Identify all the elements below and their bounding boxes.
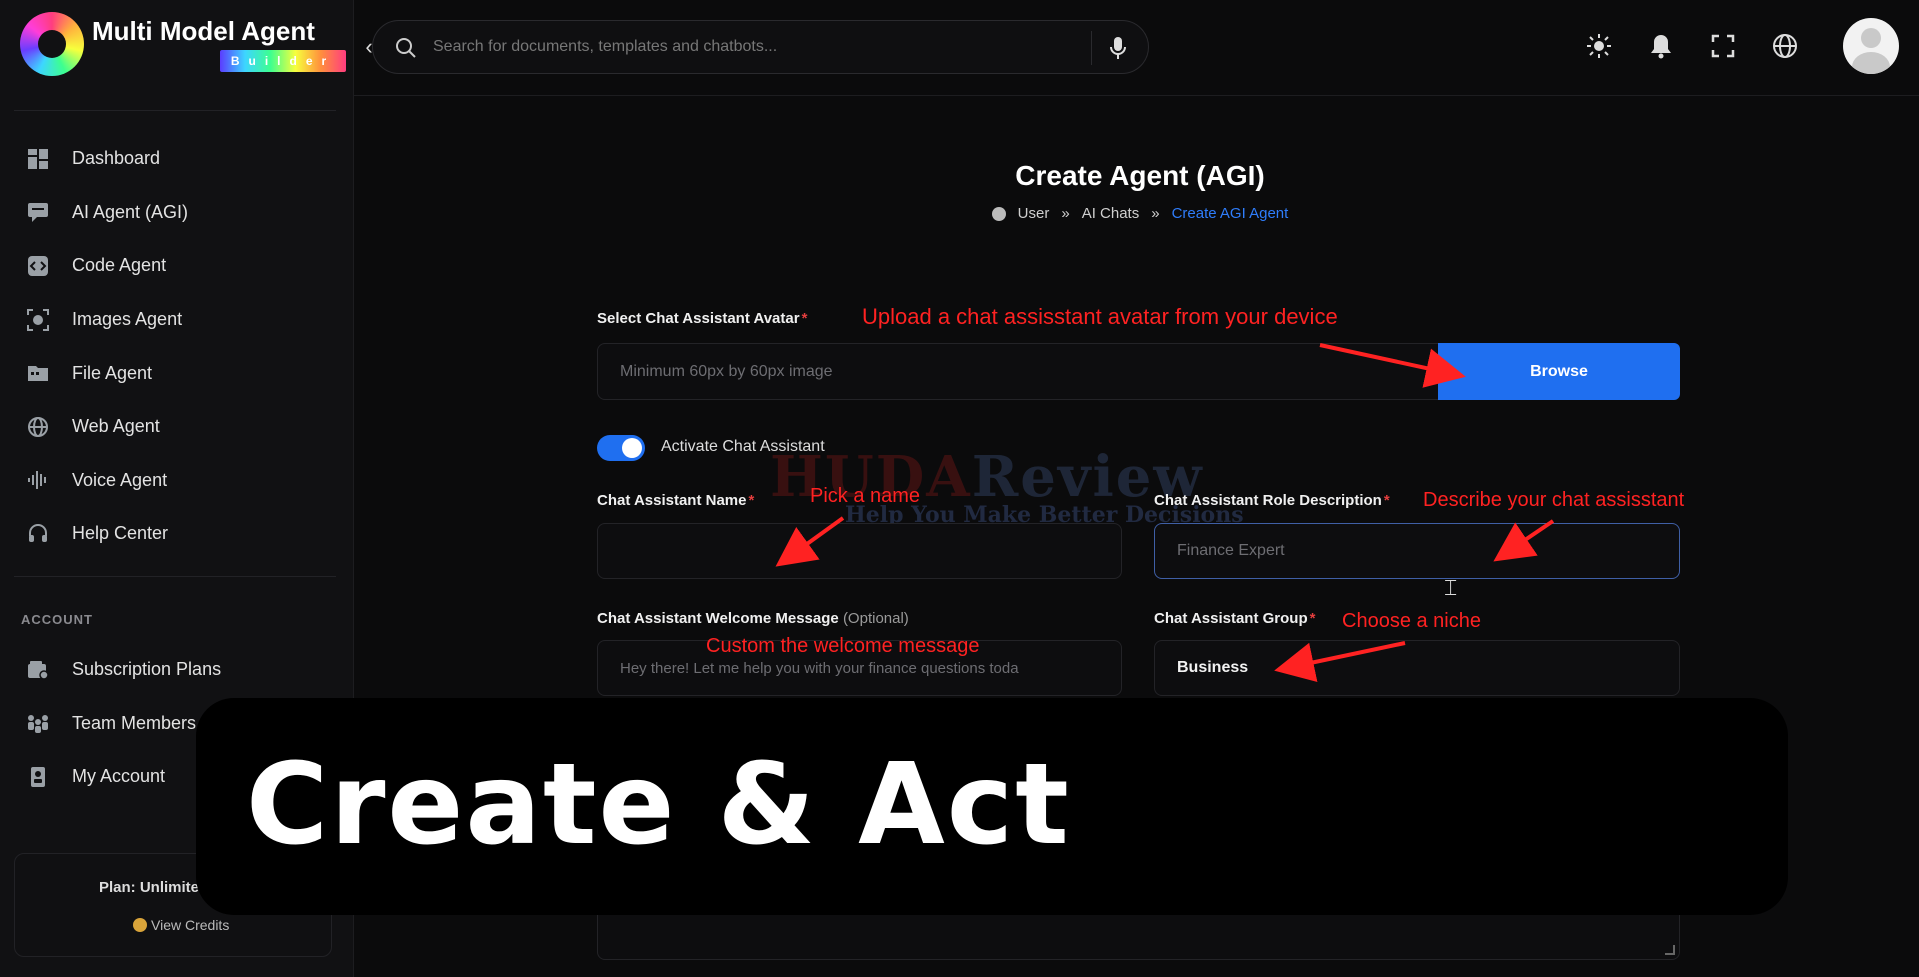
overlay-title: Create & Act [246, 740, 1071, 870]
group-field-label: Chat Assistant Group * [1154, 610, 1315, 627]
required-mark: * [1309, 610, 1316, 627]
annotation-welcome: Custom the welcome message [706, 635, 980, 657]
folder-icon [26, 361, 50, 385]
role-field-label: Chat Assistant Role Description * [1154, 492, 1390, 509]
sidebar-item-dashboard[interactable]: Dashboard [0, 132, 354, 186]
search-bar[interactable]: Search for documents, templates and chat… [372, 20, 1149, 74]
role-label-text: Chat Assistant Role Description [1154, 492, 1382, 509]
sidebar-item-label: Help Center [72, 523, 169, 544]
topbar: ‹ Search for documents, templates and ch… [354, 0, 1919, 96]
required-mark: * [801, 310, 808, 327]
app-logo [20, 12, 84, 76]
assistant-group-select[interactable]: Business [1154, 640, 1680, 696]
microphone-icon[interactable] [1110, 36, 1126, 60]
sidebar-item-voice-agent[interactable]: Voice Agent [0, 454, 354, 508]
resize-handle-icon[interactable] [1665, 945, 1675, 955]
sidebar-item-label: Dashboard [72, 148, 161, 169]
sidebar-item-ai-agent[interactable]: AI Agent (AGI) [0, 186, 354, 240]
code-icon [26, 254, 50, 278]
language-globe-icon[interactable] [1771, 32, 1799, 60]
breadcrumb-item-current: Create AGI Agent [1171, 205, 1289, 222]
sidebar-item-web-agent[interactable]: Web Agent [0, 400, 354, 454]
sidebar-item-label: AI Agent (AGI) [72, 201, 189, 222]
chat-icon [26, 200, 50, 224]
welcome-label-text: Chat Assistant Welcome Message [597, 610, 839, 627]
bell-icon[interactable] [1647, 32, 1675, 60]
coin-icon [133, 918, 147, 932]
avatar-label-text: Select Chat Assistant Avatar [597, 310, 800, 327]
sidebar-item-images-agent[interactable]: Images Agent [0, 293, 354, 347]
breadcrumb-item-ai-chats[interactable]: AI Chats [1082, 205, 1140, 222]
welcome-field-label: Chat Assistant Welcome Message (Optional… [597, 610, 909, 627]
annotation-name: Pick a name [810, 485, 921, 507]
image-scan-icon [26, 308, 50, 332]
avatar-file-input[interactable]: Minimum 60px by 60px image [597, 343, 1442, 400]
sidebar-item-subscription-plans[interactable]: Subscription Plans [0, 643, 354, 697]
home-icon [991, 206, 1006, 221]
id-card-icon [26, 765, 50, 789]
fullscreen-icon[interactable] [1709, 32, 1737, 60]
sidebar-item-help-center[interactable]: Help Center [0, 507, 354, 561]
browse-button[interactable]: Browse [1438, 343, 1680, 400]
headset-icon [26, 522, 50, 546]
view-credits-label: View Credits [151, 917, 230, 933]
sidebar-item-label: Subscription Plans [72, 659, 222, 680]
required-mark: * [1383, 492, 1390, 509]
team-icon [26, 711, 50, 735]
breadcrumb-separator: » [1061, 205, 1070, 222]
sidebar-nav: Dashboard AI Agent (AGI) Code Agent Imag… [0, 132, 354, 561]
topbar-actions [1585, 18, 1899, 74]
role-description-input[interactable]: Finance Expert [1154, 523, 1680, 579]
activate-toggle[interactable] [597, 435, 645, 461]
wallet-icon [26, 658, 50, 682]
name-label-text: Chat Assistant Name [597, 492, 747, 509]
overlay-banner: Create & Act [196, 698, 1788, 915]
waveform-icon [26, 468, 50, 492]
user-avatar[interactable] [1843, 18, 1899, 74]
annotation-avatar: Upload a chat assisstant avatar from you… [862, 304, 1338, 329]
app-name: Multi Model Agent [92, 16, 315, 46]
dashboard-icon [26, 147, 50, 171]
annotation-role: Describe your chat assisstant [1423, 489, 1685, 511]
sidebar-item-label: Voice Agent [72, 469, 168, 490]
plan-text: Plan: Unlimite [99, 879, 200, 896]
annotation-group: Choose a niche [1342, 610, 1481, 632]
search-icon [396, 38, 416, 58]
search-divider [1091, 31, 1092, 65]
sidebar-item-label: Web Agent [72, 416, 160, 437]
search-input[interactable]: Search for documents, templates and chat… [433, 38, 777, 56]
account-section-title: ACCOUNT [21, 612, 93, 627]
group-label-text: Chat Assistant Group [1154, 610, 1308, 627]
sidebar-item-code-agent[interactable]: Code Agent [0, 239, 354, 293]
breadcrumb-separator: » [1151, 205, 1160, 222]
sidebar-item-label: Code Agent [72, 255, 167, 276]
required-mark: * [748, 492, 755, 509]
sidebar-item-label: File Agent [72, 362, 153, 383]
page-title: Create Agent (AGI) [1015, 160, 1265, 191]
sidebar-item-label: My Account [72, 766, 166, 787]
sidebar-divider [14, 576, 336, 577]
name-field-label: Chat Assistant Name * [597, 492, 754, 509]
breadcrumb-item-user[interactable]: User [1018, 205, 1050, 222]
sun-icon[interactable] [1585, 32, 1613, 60]
brand[interactable]: Multi Model Agent Builder [20, 10, 346, 80]
avatar-field-label: Select Chat Assistant Avatar * [597, 310, 807, 327]
view-credits-link[interactable]: View Credits [133, 917, 229, 933]
text-cursor-icon: ⌶ [1444, 576, 1458, 601]
assistant-name-input[interactable] [597, 523, 1122, 579]
sidebar-item-label: Images Agent [72, 309, 183, 330]
sidebar-divider [14, 110, 336, 111]
optional-tag: (Optional) [842, 610, 909, 627]
breadcrumb: User » AI Chats » Create AGI Agent [900, 205, 1380, 222]
sidebar-item-file-agent[interactable]: File Agent [0, 346, 354, 400]
sidebar-item-label: Team Members [72, 712, 197, 733]
app-badge: Builder [220, 50, 346, 72]
globe-icon [26, 415, 50, 439]
